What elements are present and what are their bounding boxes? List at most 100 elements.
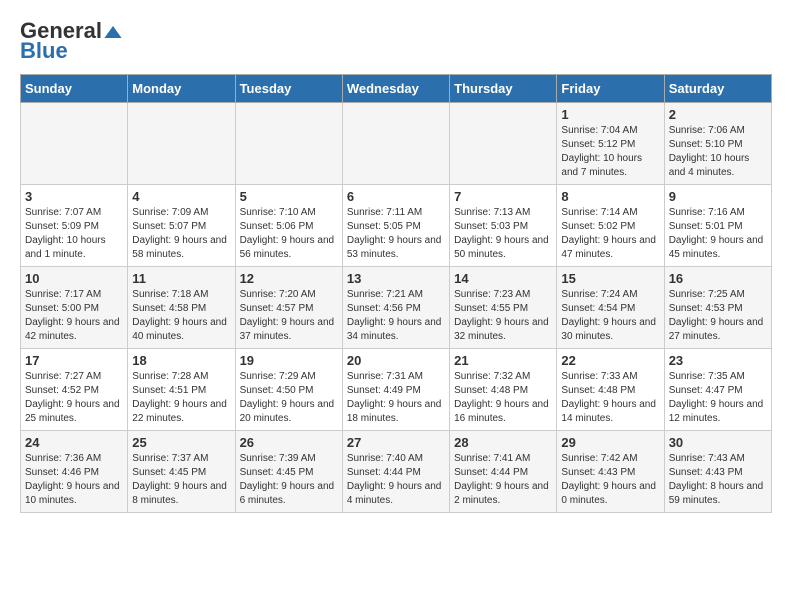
day-of-week-header: Friday bbox=[557, 75, 664, 103]
day-info: Sunrise: 7:14 AM Sunset: 5:02 PM Dayligh… bbox=[561, 206, 659, 262]
day-of-week-header: Saturday bbox=[664, 75, 771, 103]
day-info: Sunrise: 7:04 AM Sunset: 5:12 PM Dayligh… bbox=[561, 124, 659, 180]
day-number: 28 bbox=[454, 435, 552, 450]
calendar-week-row: 1Sunrise: 7:04 AM Sunset: 5:12 PM Daylig… bbox=[21, 103, 772, 185]
day-info: Sunrise: 7:32 AM Sunset: 4:48 PM Dayligh… bbox=[454, 370, 552, 426]
calendar-cell: 16 Sunrise: 7:25 AM Sunset: 4:53 PM Dayli… bbox=[664, 267, 771, 349]
day-info: Sunrise: 7:20 AM Sunset: 4:57 PM Dayligh… bbox=[240, 288, 338, 344]
calendar-cell: 1Sunrise: 7:04 AM Sunset: 5:12 PM Daylig… bbox=[557, 103, 664, 185]
day-number: 14 bbox=[454, 271, 552, 286]
calendar-table: SundayMondayTuesdayWednesdayThursdayFrid… bbox=[20, 74, 772, 513]
calendar-cell: 5Sunrise: 7:10 AM Sunset: 5:06 PM Daylig… bbox=[235, 185, 342, 267]
day-number: 9 bbox=[669, 189, 767, 204]
day-info: Sunrise: 7:31 AM Sunset: 4:49 PM Dayligh… bbox=[347, 370, 445, 426]
day-number: 6 bbox=[347, 189, 445, 204]
day-number: 10 bbox=[25, 271, 123, 286]
day-number: 12 bbox=[240, 271, 338, 286]
day-number: 20 bbox=[347, 353, 445, 368]
calendar-cell bbox=[342, 103, 449, 185]
day-info: Sunrise: 7:17 AM Sunset: 5:00 PM Dayligh… bbox=[25, 288, 123, 344]
day-info: Sunrise: 7:28 AM Sunset: 4:51 PM Dayligh… bbox=[132, 370, 230, 426]
day-info: Sunrise: 7:35 AM Sunset: 4:47 PM Dayligh… bbox=[669, 370, 767, 426]
day-number: 18 bbox=[132, 353, 230, 368]
day-number: 15 bbox=[561, 271, 659, 286]
calendar-cell: 27 Sunrise: 7:40 AM Sunset: 4:44 PM Dayli… bbox=[342, 431, 449, 513]
calendar-week-row: 24 Sunrise: 7:36 AM Sunset: 4:46 PM Dayli… bbox=[21, 431, 772, 513]
calendar-week-row: 17 Sunrise: 7:27 AM Sunset: 4:52 PM Dayli… bbox=[21, 349, 772, 431]
calendar-cell: 2 Sunrise: 7:06 AM Sunset: 5:10 PM Daylig… bbox=[664, 103, 771, 185]
day-number: 8 bbox=[561, 189, 659, 204]
calendar-cell: 22 Sunrise: 7:33 AM Sunset: 4:48 PM Dayli… bbox=[557, 349, 664, 431]
calendar-cell bbox=[450, 103, 557, 185]
day-number: 24 bbox=[25, 435, 123, 450]
day-number: 29 bbox=[561, 435, 659, 450]
day-number: 13 bbox=[347, 271, 445, 286]
day-info: Sunrise: 7:36 AM Sunset: 4:46 PM Dayligh… bbox=[25, 452, 123, 508]
day-number: 22 bbox=[561, 353, 659, 368]
day-info: Sunrise: 7:06 AM Sunset: 5:10 PM Dayligh… bbox=[669, 124, 767, 180]
day-info: Sunrise: 7:43 AM Sunset: 4:43 PM Dayligh… bbox=[669, 452, 767, 508]
day-info: Sunrise: 7:07 AM Sunset: 5:09 PM Dayligh… bbox=[25, 206, 123, 262]
calendar-cell: 13 Sunrise: 7:21 AM Sunset: 4:56 PM Dayli… bbox=[342, 267, 449, 349]
day-info: Sunrise: 7:33 AM Sunset: 4:48 PM Dayligh… bbox=[561, 370, 659, 426]
calendar-cell: 15Sunrise: 7:24 AM Sunset: 4:54 PM Dayli… bbox=[557, 267, 664, 349]
calendar-cell: 6 Sunrise: 7:11 AM Sunset: 5:05 PM Daylig… bbox=[342, 185, 449, 267]
day-of-week-header: Tuesday bbox=[235, 75, 342, 103]
day-info: Sunrise: 7:37 AM Sunset: 4:45 PM Dayligh… bbox=[132, 452, 230, 508]
header: General Blue bbox=[20, 20, 772, 64]
day-info: Sunrise: 7:16 AM Sunset: 5:01 PM Dayligh… bbox=[669, 206, 767, 262]
day-number: 3 bbox=[25, 189, 123, 204]
day-info: Sunrise: 7:29 AM Sunset: 4:50 PM Dayligh… bbox=[240, 370, 338, 426]
calendar-week-row: 3 Sunrise: 7:07 AM Sunset: 5:09 PM Daylig… bbox=[21, 185, 772, 267]
day-number: 2 bbox=[669, 107, 767, 122]
day-number: 5 bbox=[240, 189, 338, 204]
day-number: 30 bbox=[669, 435, 767, 450]
day-number: 27 bbox=[347, 435, 445, 450]
day-info: Sunrise: 7:13 AM Sunset: 5:03 PM Dayligh… bbox=[454, 206, 552, 262]
day-number: 7 bbox=[454, 189, 552, 204]
calendar-cell: 19 Sunrise: 7:29 AM Sunset: 4:50 PM Dayli… bbox=[235, 349, 342, 431]
logo: General Blue bbox=[20, 20, 122, 64]
calendar-cell bbox=[235, 103, 342, 185]
calendar-cell: 12 Sunrise: 7:20 AM Sunset: 4:57 PM Dayli… bbox=[235, 267, 342, 349]
day-of-week-header: Wednesday bbox=[342, 75, 449, 103]
day-number: 16 bbox=[669, 271, 767, 286]
calendar-cell: 18 Sunrise: 7:28 AM Sunset: 4:51 PM Dayli… bbox=[128, 349, 235, 431]
day-info: Sunrise: 7:40 AM Sunset: 4:44 PM Dayligh… bbox=[347, 452, 445, 508]
calendar-cell: 21 Sunrise: 7:32 AM Sunset: 4:48 PM Dayli… bbox=[450, 349, 557, 431]
day-number: 25 bbox=[132, 435, 230, 450]
day-number: 19 bbox=[240, 353, 338, 368]
calendar-cell: 23 Sunrise: 7:35 AM Sunset: 4:47 PM Dayli… bbox=[664, 349, 771, 431]
day-of-week-header: Thursday bbox=[450, 75, 557, 103]
calendar-cell: 26 Sunrise: 7:39 AM Sunset: 4:45 PM Dayli… bbox=[235, 431, 342, 513]
calendar-cell: 7 Sunrise: 7:13 AM Sunset: 5:03 PM Daylig… bbox=[450, 185, 557, 267]
calendar-cell: 4Sunrise: 7:09 AM Sunset: 5:07 PM Daylig… bbox=[128, 185, 235, 267]
calendar-header-row: SundayMondayTuesdayWednesdayThursdayFrid… bbox=[21, 75, 772, 103]
day-info: Sunrise: 7:23 AM Sunset: 4:55 PM Dayligh… bbox=[454, 288, 552, 344]
calendar-cell: 11Sunrise: 7:18 AM Sunset: 4:58 PM Dayli… bbox=[128, 267, 235, 349]
day-number: 17 bbox=[25, 353, 123, 368]
day-number: 26 bbox=[240, 435, 338, 450]
day-info: Sunrise: 7:39 AM Sunset: 4:45 PM Dayligh… bbox=[240, 452, 338, 508]
day-number: 21 bbox=[454, 353, 552, 368]
day-info: Sunrise: 7:25 AM Sunset: 4:53 PM Dayligh… bbox=[669, 288, 767, 344]
calendar-cell bbox=[21, 103, 128, 185]
calendar-cell: 3 Sunrise: 7:07 AM Sunset: 5:09 PM Daylig… bbox=[21, 185, 128, 267]
day-of-week-header: Sunday bbox=[21, 75, 128, 103]
calendar-cell: 14 Sunrise: 7:23 AM Sunset: 4:55 PM Dayli… bbox=[450, 267, 557, 349]
day-number: 11 bbox=[132, 271, 230, 286]
day-number: 23 bbox=[669, 353, 767, 368]
logo-blue: Blue bbox=[20, 38, 68, 64]
calendar-cell: 24 Sunrise: 7:36 AM Sunset: 4:46 PM Dayli… bbox=[21, 431, 128, 513]
day-info: Sunrise: 7:27 AM Sunset: 4:52 PM Dayligh… bbox=[25, 370, 123, 426]
calendar-cell: 10 Sunrise: 7:17 AM Sunset: 5:00 PM Dayli… bbox=[21, 267, 128, 349]
day-of-week-header: Monday bbox=[128, 75, 235, 103]
calendar-cell bbox=[128, 103, 235, 185]
calendar-cell: 25 Sunrise: 7:37 AM Sunset: 4:45 PM Dayli… bbox=[128, 431, 235, 513]
calendar-cell: 30 Sunrise: 7:43 AM Sunset: 4:43 PM Dayli… bbox=[664, 431, 771, 513]
calendar-cell: 8 Sunrise: 7:14 AM Sunset: 5:02 PM Daylig… bbox=[557, 185, 664, 267]
day-info: Sunrise: 7:09 AM Sunset: 5:07 PM Dayligh… bbox=[132, 206, 230, 262]
day-info: Sunrise: 7:21 AM Sunset: 4:56 PM Dayligh… bbox=[347, 288, 445, 344]
calendar-week-row: 10 Sunrise: 7:17 AM Sunset: 5:00 PM Dayli… bbox=[21, 267, 772, 349]
day-info: Sunrise: 7:11 AM Sunset: 5:05 PM Dayligh… bbox=[347, 206, 445, 262]
